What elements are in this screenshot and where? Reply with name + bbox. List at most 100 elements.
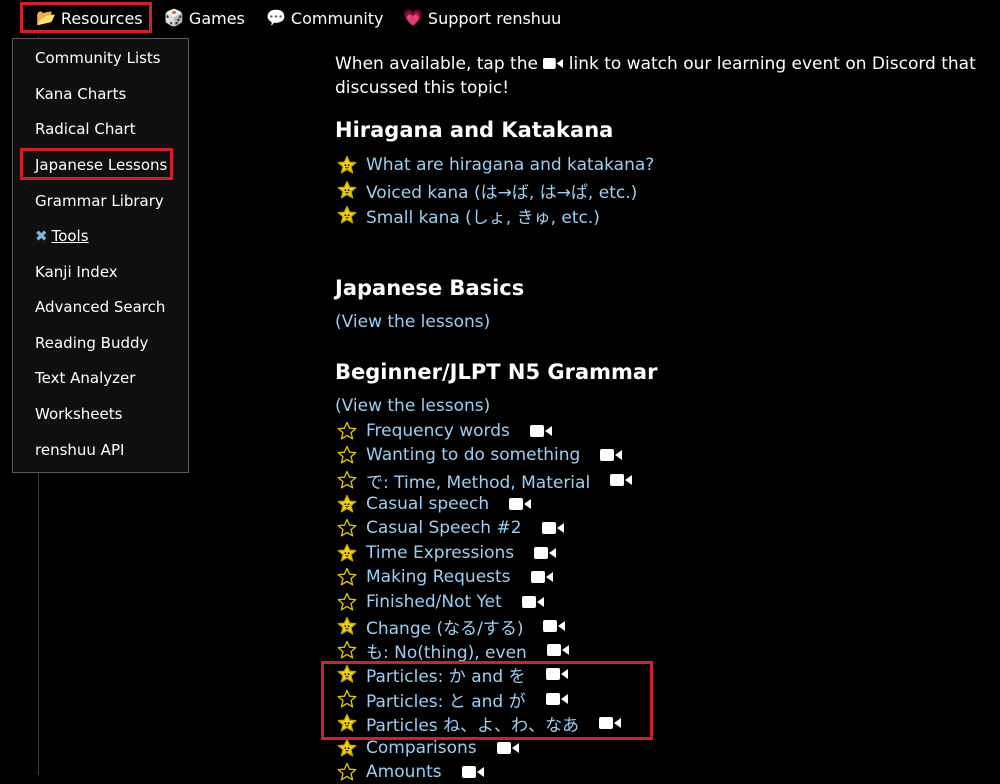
lesson-row: で: Time, Method, Material (337, 468, 633, 493)
menu-item-tools[interactable]: ✖ Tools (35, 224, 89, 248)
menu-item-tools-label: Tools (51, 227, 89, 245)
lesson-link[interactable]: で: Time, Method, Material (366, 468, 590, 493)
video-camera-icon[interactable] (541, 521, 564, 535)
video-camera-icon[interactable] (509, 497, 532, 511)
lesson-row: Particles ね、よ、わ、なあ (337, 711, 622, 736)
star-filled-icon[interactable] (337, 205, 357, 225)
video-camera-icon[interactable] (600, 448, 623, 462)
video-camera-icon[interactable] (530, 570, 553, 584)
star-filled-icon[interactable] (337, 180, 357, 200)
video-camera-icon[interactable] (545, 667, 568, 681)
lesson-row: Frequency words (337, 419, 552, 443)
video-camera-icon[interactable] (543, 619, 566, 633)
lesson-row: Casual speech (337, 492, 532, 516)
star-outline-icon[interactable] (337, 445, 357, 465)
lesson-link[interactable]: Change (なる/する) (366, 614, 523, 639)
menu-item-kana-charts[interactable]: Kana Charts (35, 82, 126, 106)
menu-item-text-analyzer[interactable]: Text Analyzer (35, 366, 135, 390)
nav-resources-label: Resources (60, 8, 143, 28)
heading-hiragana-katakana: Hiragana and Katakana (335, 118, 614, 142)
menu-item-reading-buddy[interactable]: Reading Buddy (35, 331, 148, 355)
nav-support[interactable]: 💗 Support renshuu (403, 0, 561, 36)
menu-item-grammar-library[interactable]: Grammar Library (35, 189, 164, 213)
tools-icon: ✖ (35, 227, 48, 245)
lesson-row: Comparisons (337, 736, 519, 760)
video-camera-icon (543, 58, 564, 69)
nav-resources[interactable]: 📂 Resources (36, 0, 143, 36)
lesson-row: Amounts (337, 760, 484, 784)
star-outline-icon[interactable] (337, 762, 357, 782)
star-filled-icon[interactable] (337, 616, 357, 636)
resources-dropdown-menu: Community Lists Kana Charts Radical Char… (12, 38, 189, 473)
star-filled-icon[interactable] (337, 738, 357, 758)
lesson-link[interactable]: Voiced kana (は→ば, は→ぱ, etc.) (366, 178, 637, 203)
lesson-link[interactable]: Casual Speech #2 (366, 518, 522, 538)
lesson-link[interactable]: Finished/Not Yet (366, 592, 502, 612)
lesson-link[interactable]: Time Expressions (366, 543, 514, 563)
basics-view-lessons-link[interactable]: (View the lessons) (335, 312, 490, 332)
lesson-link[interactable]: Comparisons (366, 738, 477, 758)
star-outline-icon[interactable] (337, 640, 357, 660)
nav-games[interactable]: 🎲 Games (164, 0, 245, 36)
n5-view-lessons-link[interactable]: (View the lessons) (335, 396, 490, 416)
video-camera-icon[interactable] (599, 716, 622, 730)
lesson-row: Finished/Not Yet (337, 590, 544, 614)
lesson-link[interactable]: Frequency words (366, 421, 510, 441)
lesson-row: も: No(thing), even (337, 638, 569, 663)
menu-item-community-lists[interactable]: Community Lists (35, 46, 161, 70)
lesson-row: Voiced kana (は→ば, は→ぱ, etc.) (337, 178, 637, 203)
dice-icon: 🎲 (164, 8, 184, 27)
video-camera-icon[interactable] (546, 643, 569, 657)
video-camera-icon[interactable] (610, 473, 633, 487)
video-camera-icon[interactable] (534, 546, 557, 560)
video-camera-icon[interactable] (545, 692, 568, 706)
star-outline-icon[interactable] (337, 470, 357, 490)
lesson-link[interactable]: Particles: と and が (366, 687, 526, 712)
lesson-row: Change (なる/する) (337, 614, 566, 639)
lesson-row: Small kana (しょ, きゅ, etc.) (337, 203, 600, 228)
lesson-link[interactable]: も: No(thing), even (366, 638, 527, 663)
lesson-row: Time Expressions (337, 541, 557, 565)
video-camera-icon[interactable] (529, 424, 552, 438)
menu-item-japanese-lessons[interactable]: Japanese Lessons (35, 153, 167, 177)
star-filled-icon[interactable] (337, 543, 357, 563)
star-outline-icon[interactable] (337, 689, 357, 709)
top-nav-bar: 📂 Resources 🎲 Games 💬 Community 💗 Suppor… (0, 0, 1000, 36)
menu-item-advanced-search[interactable]: Advanced Search (35, 295, 165, 319)
lesson-row: Casual Speech #2 (337, 516, 564, 540)
menu-item-worksheets[interactable]: Worksheets (35, 402, 122, 426)
heading-japanese-basics: Japanese Basics (335, 276, 525, 300)
star-filled-icon[interactable] (337, 713, 357, 733)
star-filled-icon[interactable] (337, 155, 357, 175)
star-outline-icon[interactable] (337, 518, 357, 538)
video-camera-icon[interactable] (521, 595, 544, 609)
star-outline-icon[interactable] (337, 567, 357, 587)
nav-community[interactable]: 💬 Community (266, 0, 384, 36)
star-filled-icon[interactable] (337, 664, 357, 684)
video-camera-icon[interactable] (496, 741, 519, 755)
menu-item-kanji-index[interactable]: Kanji Index (35, 260, 118, 284)
intro-text-before: When available, tap the (335, 54, 544, 74)
lesson-link[interactable]: What are hiragana and katakana? (366, 155, 654, 175)
nav-community-label: Community (290, 8, 384, 28)
star-filled-icon[interactable] (337, 494, 357, 514)
video-camera-icon[interactable] (461, 765, 484, 779)
lesson-row: What are hiragana and katakana? (337, 153, 654, 177)
lesson-link[interactable]: Casual speech (366, 494, 489, 514)
lesson-link[interactable]: Making Requests (366, 567, 511, 587)
lesson-row: Making Requests (337, 565, 553, 589)
lesson-link[interactable]: Wanting to do something (366, 445, 580, 465)
intro-text: When available, tap the link to watch ou… (335, 52, 985, 100)
lesson-link[interactable]: Particles ね、よ、わ、なあ (366, 711, 579, 736)
lesson-row: Particles: か and を (337, 662, 568, 687)
nav-games-label: Games (188, 8, 245, 28)
star-outline-icon[interactable] (337, 421, 357, 441)
lesson-link[interactable]: Small kana (しょ, きゅ, etc.) (366, 203, 600, 228)
menu-item-renshuu-api[interactable]: renshuu API (35, 438, 124, 462)
star-outline-icon[interactable] (337, 592, 357, 612)
menu-item-radical-chart[interactable]: Radical Chart (35, 117, 136, 141)
heading-n5-grammar: Beginner/JLPT N5 Grammar (335, 360, 658, 384)
lesson-link[interactable]: Amounts (366, 762, 442, 782)
folder-icon: 📂 (36, 8, 56, 27)
lesson-link[interactable]: Particles: か and を (366, 662, 526, 687)
